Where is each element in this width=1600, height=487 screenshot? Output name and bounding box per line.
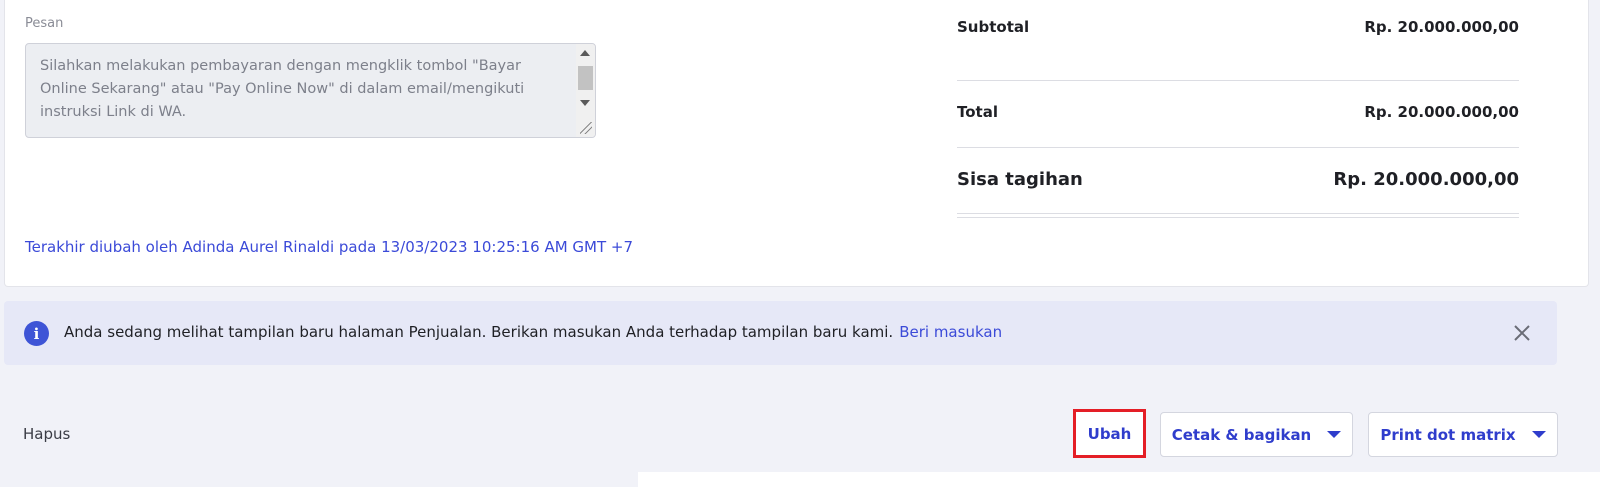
last-modified-link[interactable]: Terakhir diubah oleh Adinda Aurel Rinald…: [25, 238, 633, 256]
subtotal-row: Subtotal Rp. 20.000.000,00: [957, 18, 1519, 36]
scroll-down-icon[interactable]: [580, 100, 590, 106]
banner-text: Anda sedang melihat tampilan baru halama…: [64, 323, 894, 341]
scroll-up-icon[interactable]: [580, 50, 590, 56]
resize-grip-icon[interactable]: [580, 122, 592, 134]
total-label: Total: [957, 103, 998, 121]
scroll-thumb[interactable]: [578, 66, 593, 90]
message-text: Silahkan melakukan pembayaran dengan men…: [40, 58, 525, 120]
balance-row: Sisa tagihan Rp. 20.000.000,00: [957, 169, 1519, 190]
total-value: Rp. 20.000.000,00: [1364, 103, 1519, 121]
feedback-banner: i Anda sedang melihat tampilan baru hala…: [4, 301, 1557, 365]
banner-message: Anda sedang melihat tampilan baru halama…: [64, 323, 1002, 341]
message-textarea[interactable]: Silahkan melakukan pembayaran dengan men…: [25, 43, 596, 138]
message-label: Pesan: [25, 16, 64, 31]
summary-divider: [957, 147, 1519, 148]
balance-value: Rp. 20.000.000,00: [1333, 169, 1519, 190]
print-share-dropdown[interactable]: Cetak & bagikan: [1160, 412, 1353, 457]
subtotal-label: Subtotal: [957, 18, 1030, 36]
subtotal-value: Rp. 20.000.000,00: [1364, 18, 1519, 36]
edit-button-label: Ubah: [1087, 424, 1132, 443]
print-dot-matrix-label: Print dot matrix: [1380, 425, 1516, 444]
close-icon[interactable]: [1510, 321, 1534, 345]
close-icon-svg: [1514, 325, 1530, 341]
chevron-down-icon: [1327, 431, 1342, 438]
summary-divider: [957, 213, 1519, 214]
invoice-detail-card: Pesan Silahkan melakukan pembayaran deng…: [4, 0, 1589, 287]
chevron-down-icon: [1531, 431, 1546, 438]
feedback-link[interactable]: Beri masukan: [899, 323, 1002, 341]
edit-button[interactable]: Ubah: [1073, 409, 1146, 458]
summary-divider: [957, 80, 1519, 81]
summary-divider: [957, 217, 1519, 218]
print-share-label: Cetak & bagikan: [1171, 425, 1312, 444]
bottom-panel-edge: [638, 472, 1600, 487]
print-dot-matrix-dropdown[interactable]: Print dot matrix: [1368, 412, 1558, 457]
total-row: Total Rp. 20.000.000,00: [957, 103, 1519, 121]
info-icon: i: [24, 321, 49, 346]
balance-label: Sisa tagihan: [957, 169, 1083, 190]
delete-button[interactable]: Hapus: [23, 425, 70, 443]
